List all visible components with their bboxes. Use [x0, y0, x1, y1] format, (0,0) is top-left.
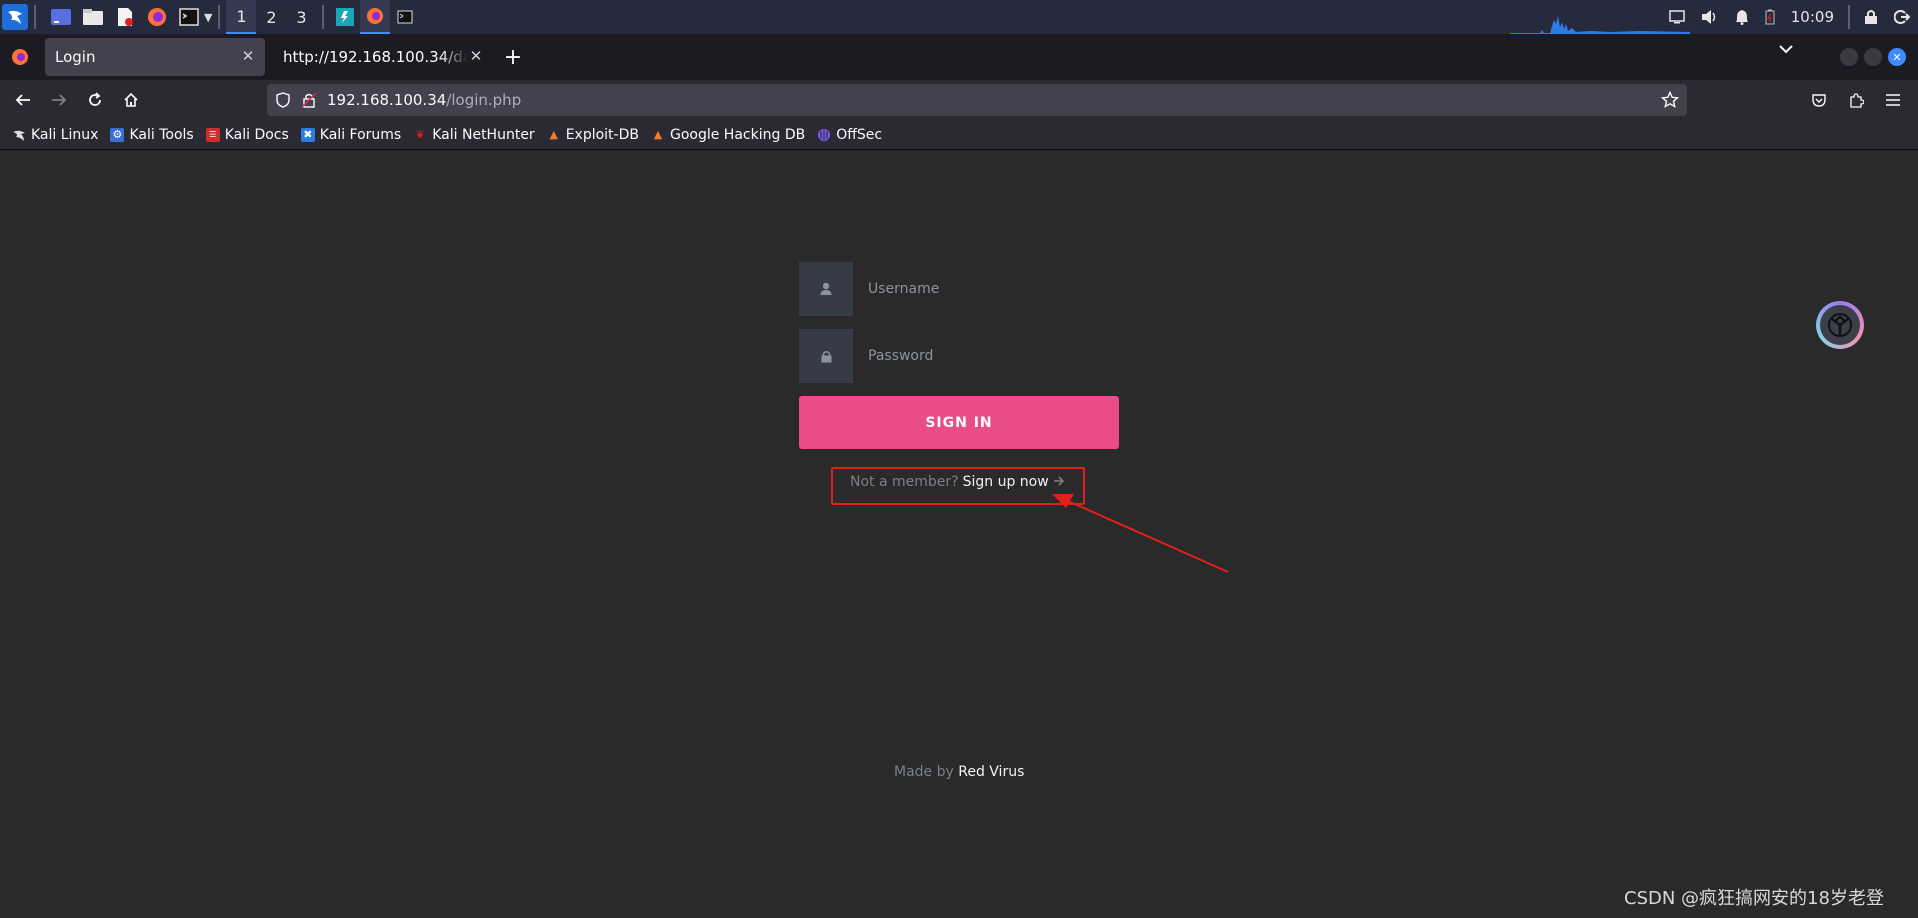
kali-menu-icon[interactable]	[2, 4, 28, 30]
tab-login[interactable]: Login ✕	[45, 38, 265, 76]
tab-title: http://192.168.100.34/dashboard.php	[283, 48, 468, 66]
bookmark-kali-docs[interactable]: ☰ Kali Docs	[205, 126, 289, 143]
firefox-launcher-icon[interactable]	[144, 4, 170, 30]
bookmark-kali-linux[interactable]: Kali Linux	[12, 127, 98, 143]
taskbar-separator	[218, 5, 221, 29]
window-burpsuite-icon[interactable]	[330, 0, 360, 34]
username-input[interactable]	[853, 262, 1119, 316]
sign-in-button[interactable]: SIGN IN	[799, 396, 1119, 449]
list-all-tabs-icon[interactable]	[1779, 42, 1793, 58]
workspace-3[interactable]: 3	[286, 0, 316, 34]
bookmark-label: Kali Linux	[31, 126, 99, 143]
bookmark-star-icon[interactable]	[1661, 91, 1679, 109]
bookmark-label: Kali Docs	[224, 126, 289, 143]
password-field	[799, 329, 1119, 383]
footer-prefix: Made by	[894, 764, 954, 780]
annotation-arrow	[1052, 494, 1229, 573]
lock-icon	[799, 329, 853, 383]
window-firefox-icon[interactable]	[360, 0, 391, 34]
ghdb-icon: ▲	[653, 128, 663, 141]
kali-forums-icon: ✖	[300, 127, 315, 142]
close-tab-icon[interactable]: ✕	[467, 47, 485, 65]
toolbar-right	[1799, 80, 1918, 120]
not-member-text: Not a member?	[850, 474, 959, 490]
bookmark-label: Kali Forums	[319, 126, 402, 143]
firefox-view-icon[interactable]	[10, 47, 30, 71]
navigation-toolbar: 192.168.100.34/login.php	[0, 80, 1918, 120]
bookmark-kali-forums[interactable]: ✖ Kali Forums	[300, 126, 402, 143]
forward-button[interactable]	[42, 83, 76, 117]
floating-extension-button[interactable]	[1816, 301, 1864, 349]
bookmark-label: Google Hacking DB	[669, 126, 806, 143]
url-host: 192.168.100.34	[327, 91, 447, 109]
nethunter-icon: ❦	[415, 128, 425, 141]
logout-icon[interactable]	[1886, 0, 1918, 34]
bookmark-offsec[interactable]: OffSec	[817, 127, 882, 143]
password-input[interactable]	[853, 329, 1119, 383]
bookmark-kali-nethunter[interactable]: ❦ Kali NetHunter	[413, 126, 535, 143]
reload-button[interactable]	[78, 83, 112, 117]
footer-author-link[interactable]: Red Virus	[958, 764, 1024, 780]
bookmark-kali-tools[interactable]: ⚙ Kali Tools	[110, 126, 194, 143]
signup-prompt: Not a member? Sign up now	[850, 474, 1065, 490]
kali-dragon-icon	[12, 128, 26, 142]
system-tray: 10:09	[1661, 0, 1918, 34]
os-taskbar: ▼ 1 2 3 10:09	[0, 0, 1918, 34]
new-tab-button[interactable]: +	[499, 43, 527, 71]
minimize-window-button[interactable]	[1840, 48, 1858, 66]
window-terminal-icon[interactable]	[390, 0, 420, 34]
bookmarks-toolbar: Kali Linux ⚙ Kali Tools ☰ Kali Docs ✖ Ka…	[0, 120, 1918, 150]
sign-up-link[interactable]: Sign up now	[963, 474, 1049, 490]
taskbar-separator	[322, 5, 325, 29]
tracking-protection-shield-icon[interactable]	[275, 92, 291, 108]
close-tab-icon[interactable]: ✕	[239, 47, 257, 65]
bookmark-exploit-db[interactable]: ▲ Exploit-DB	[547, 127, 639, 143]
bookmark-google-hacking-db[interactable]: ▲ Google Hacking DB	[651, 127, 805, 143]
tab-title: Login	[55, 48, 96, 66]
battery-icon[interactable]	[1757, 0, 1783, 34]
page-footer: Made by Red Virus	[894, 764, 1024, 780]
clock[interactable]: 10:09	[1783, 0, 1842, 34]
csdn-watermark: CSDN @疯狂搞网安的18岁老登	[1624, 888, 1884, 909]
bookmark-label: Exploit-DB	[565, 126, 639, 143]
extension-logo-icon	[1820, 305, 1860, 345]
url-path: /login.php	[446, 91, 522, 109]
username-field	[799, 262, 1119, 316]
bookmark-label: Kali NetHunter	[432, 126, 535, 143]
volume-icon[interactable]	[1693, 0, 1727, 34]
launcher-dropdown-icon[interactable]: ▼	[204, 11, 212, 24]
offsec-icon	[817, 128, 831, 142]
browser-tab-strip: Login ✕ http://192.168.100.34/dashboard.…	[0, 34, 1918, 80]
app-menu-icon[interactable]	[1876, 83, 1910, 117]
page-content: SIGN IN Not a member? Sign up now Made b…	[0, 151, 1918, 918]
kali-tools-icon: ⚙	[110, 127, 125, 142]
user-icon	[799, 262, 853, 316]
bookmark-label: Kali Tools	[129, 126, 194, 143]
workspace-1[interactable]: 1	[226, 0, 257, 34]
exploit-db-icon: ▲	[549, 128, 558, 141]
display-icon[interactable]	[1661, 0, 1693, 34]
lock-screen-icon[interactable]	[1856, 0, 1886, 34]
pocket-icon[interactable]	[1802, 83, 1836, 117]
text-editor-icon[interactable]	[112, 4, 138, 30]
home-button[interactable]	[114, 83, 148, 117]
back-button[interactable]	[6, 83, 40, 117]
maximize-window-button[interactable]	[1864, 48, 1882, 66]
taskbar-separator	[1848, 5, 1850, 29]
tab-dashboard[interactable]: http://192.168.100.34/dashboard.php ✕	[273, 38, 493, 76]
extensions-icon[interactable]	[1839, 83, 1873, 117]
notifications-icon[interactable]	[1727, 0, 1757, 34]
taskbar-separator	[34, 5, 36, 29]
insecure-lock-icon[interactable]	[301, 92, 317, 108]
show-desktop-icon[interactable]	[48, 4, 74, 30]
terminal-launcher-icon[interactable]	[176, 4, 202, 30]
url-bar[interactable]: 192.168.100.34/login.php	[267, 84, 1687, 116]
close-window-button[interactable]: ✕	[1888, 48, 1906, 66]
kali-docs-icon: ☰	[205, 127, 220, 142]
workspace-2[interactable]: 2	[256, 0, 286, 34]
bookmark-label: OffSec	[836, 126, 883, 143]
file-manager-icon[interactable]	[80, 4, 106, 30]
